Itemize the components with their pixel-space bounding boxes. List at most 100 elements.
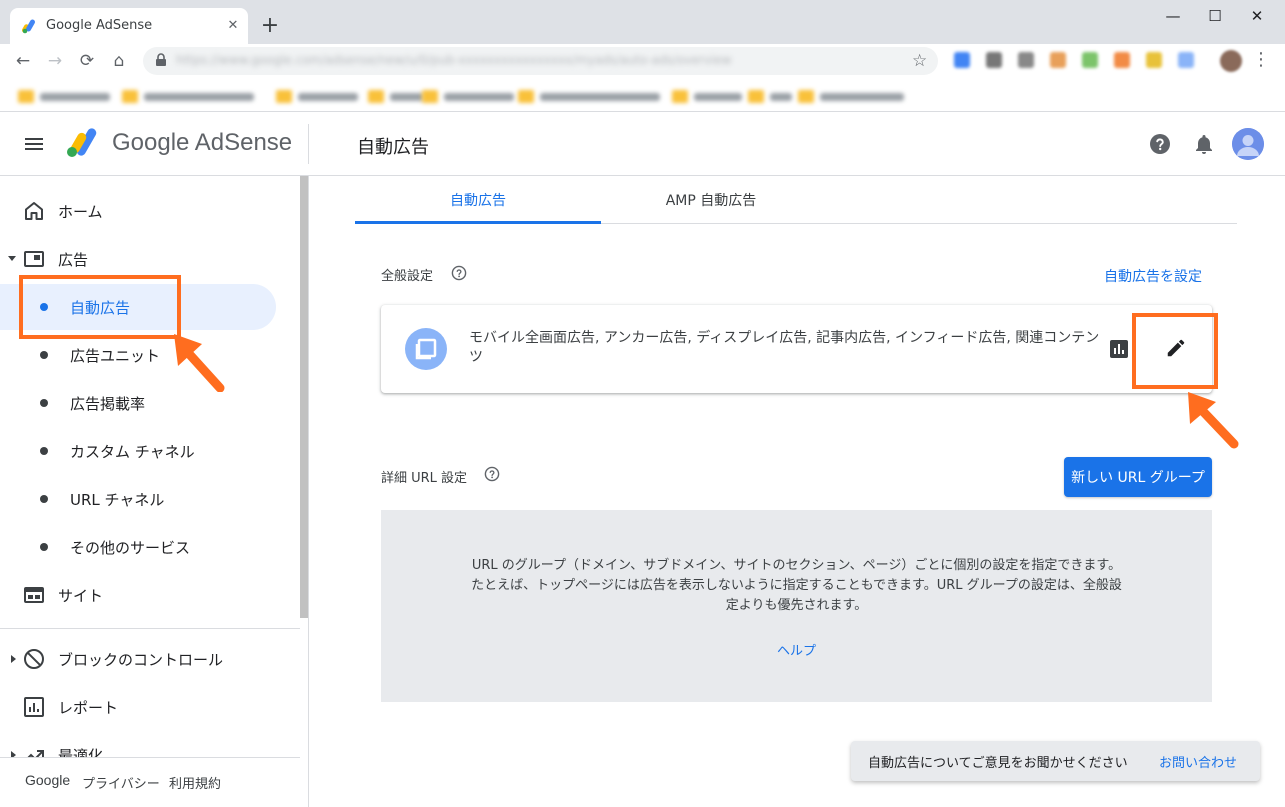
sidebar-divider — [0, 628, 300, 629]
bookmark-folder[interactable] — [672, 86, 742, 104]
help-outline-icon[interactable] — [484, 466, 500, 482]
tab-close-icon[interactable]: ✕ — [223, 16, 243, 36]
close-window-button[interactable]: ✕ — [1237, 4, 1277, 28]
maximize-button[interactable]: ☐ — [1195, 4, 1235, 28]
home-browser-icon[interactable]: ⌂ — [108, 50, 130, 72]
help-icon[interactable] — [1148, 132, 1172, 156]
footer-terms-link[interactable]: 利用規約 — [169, 773, 221, 792]
extension-icon[interactable] — [1050, 52, 1066, 68]
annotation-highlight-box — [1132, 313, 1218, 389]
block-icon — [24, 649, 44, 669]
browser-menu-icon[interactable]: ⋮ — [1252, 48, 1270, 72]
menu-icon[interactable] — [22, 132, 46, 156]
ad-formats-icon — [405, 328, 447, 370]
extension-icon[interactable] — [1146, 52, 1162, 68]
sidebar-subitem-label: 広告ユニット — [70, 347, 161, 365]
back-icon[interactable]: ← — [12, 50, 34, 72]
caret-right-icon — [11, 655, 16, 663]
bookmark-star-icon[interactable]: ☆ — [912, 50, 927, 72]
help-link: ヘルプ — [381, 640, 1212, 659]
bookmark-folder[interactable] — [276, 86, 358, 104]
feedback-snackbar: 自動広告についてご意見をお聞かせください お問い合わせ — [851, 741, 1260, 781]
lock-icon — [156, 53, 166, 66]
sidebar-subitem-label: 広告掲載率 — [70, 395, 146, 413]
help-outline-icon[interactable] — [451, 265, 467, 281]
sidebar-item-reports[interactable]: レポート — [0, 684, 300, 730]
bookmark-folder[interactable] — [422, 86, 514, 104]
notifications-icon[interactable] — [1192, 132, 1216, 156]
contact-us-link[interactable]: お問い合わせ — [1159, 752, 1237, 771]
bookmark-folder[interactable] — [18, 86, 110, 104]
bookmark-folder[interactable] — [518, 86, 660, 104]
setup-auto-ads-link[interactable]: 自動広告を設定 — [1104, 266, 1202, 286]
new-tab-button[interactable]: + — [258, 14, 282, 38]
sidebar-scrollbar[interactable] — [300, 176, 308, 618]
sidebar-subitem-label: その他のサービス — [70, 539, 191, 557]
home-icon — [25, 202, 43, 220]
bookmark-folder[interactable] — [748, 86, 792, 104]
sidebar-subitem-other-services[interactable]: その他のサービス — [0, 524, 276, 570]
annotation-highlight-box — [19, 275, 181, 339]
url-text: https://www.google.com/adsense/new/u/0/p… — [176, 53, 732, 67]
footer-privacy-link[interactable]: プライバシー — [82, 773, 160, 792]
sidebar-item-sites[interactable]: サイト — [0, 572, 300, 618]
sidebar-subitem-label: カスタム チャネル — [70, 443, 195, 461]
extension-icon[interactable] — [954, 52, 970, 68]
sidebar-item-home[interactable]: ホーム — [0, 188, 300, 234]
caret-down-icon — [8, 256, 16, 261]
sidebar-item-label: サイト — [58, 587, 104, 605]
sidebar-item-label: 最適化 — [58, 747, 104, 757]
feedback-text: 自動広告についてご意見をお聞かせください — [868, 756, 1128, 771]
bullet-icon — [40, 543, 48, 551]
app-brand: Google AdSense — [112, 129, 293, 156]
header-divider — [308, 124, 309, 164]
sidebar-subitem-label: URL チャネル — [70, 491, 165, 509]
bullet-icon — [40, 399, 48, 407]
url-settings-heading: 詳細 URL 設定 — [381, 471, 468, 486]
reload-icon[interactable]: ⟳ — [76, 50, 98, 72]
help-link-text[interactable]: ヘルプ — [777, 644, 816, 659]
sidebar-item-label: ホーム — [58, 203, 103, 221]
extension-icon[interactable] — [1018, 52, 1034, 68]
extension-icon[interactable] — [1178, 52, 1194, 68]
general-settings-heading: 全般設定 — [381, 269, 434, 284]
sites-icon — [24, 587, 44, 603]
browser-profile-icon[interactable] — [1220, 50, 1242, 72]
adsense-favicon-icon — [22, 19, 35, 34]
sidebar-item-label: 広告 — [58, 251, 89, 269]
tab-auto-ads[interactable]: 自動広告 — [355, 190, 601, 210]
active-tab-indicator — [355, 221, 601, 224]
url-groups-description: URL のグループ（ドメイン、サブドメイン、サイトのセクション、ページ）ごとに個… — [471, 558, 1122, 613]
sidebar-subitem-url-channels[interactable]: URL チャネル — [0, 476, 276, 522]
bullet-icon — [40, 351, 48, 359]
ads-icon — [24, 251, 44, 267]
tab-amp-auto-ads[interactable]: AMP 自動広告 — [601, 190, 821, 210]
bookmark-folder[interactable] — [122, 86, 254, 104]
optimize-icon — [27, 750, 44, 757]
extension-icon[interactable] — [986, 52, 1002, 68]
page-title: 自動広告 — [357, 137, 429, 158]
extension-icon[interactable] — [1114, 52, 1130, 68]
sidebar-item-label: レポート — [58, 699, 119, 717]
new-url-group-button[interactable]: 新しい URL グループ — [1064, 457, 1212, 497]
forward-icon[interactable]: → — [44, 50, 66, 72]
bookmark-folder[interactable] — [798, 86, 904, 104]
report-icon — [24, 697, 44, 717]
bookmark-folder[interactable] — [368, 86, 424, 104]
annotation-arrow-icon — [1188, 392, 1239, 449]
bar-chart-icon[interactable] — [1110, 340, 1128, 358]
minimize-button[interactable]: — — [1153, 4, 1193, 28]
bullet-icon — [40, 447, 48, 455]
sidebar-subitem-custom-channels[interactable]: カスタム チャネル — [0, 428, 276, 474]
annotation-arrow-icon — [174, 334, 225, 392]
footer-google: Google — [25, 772, 71, 788]
extension-icon[interactable] — [1082, 52, 1098, 68]
bullet-icon — [40, 495, 48, 503]
adsense-logo-icon — [67, 128, 97, 157]
sidebar-item-optimization[interactable]: 最適化 — [0, 732, 300, 757]
account-icon[interactable] — [1232, 128, 1264, 160]
sidebar-item-blocking-controls[interactable]: ブロックのコントロール — [0, 636, 300, 682]
sidebar-item-label: ブロックのコントロール — [58, 651, 224, 669]
sidebar-subitem-ad-coverage[interactable]: 広告掲載率 — [0, 380, 276, 426]
tab-title: Google AdSense — [46, 18, 153, 33]
